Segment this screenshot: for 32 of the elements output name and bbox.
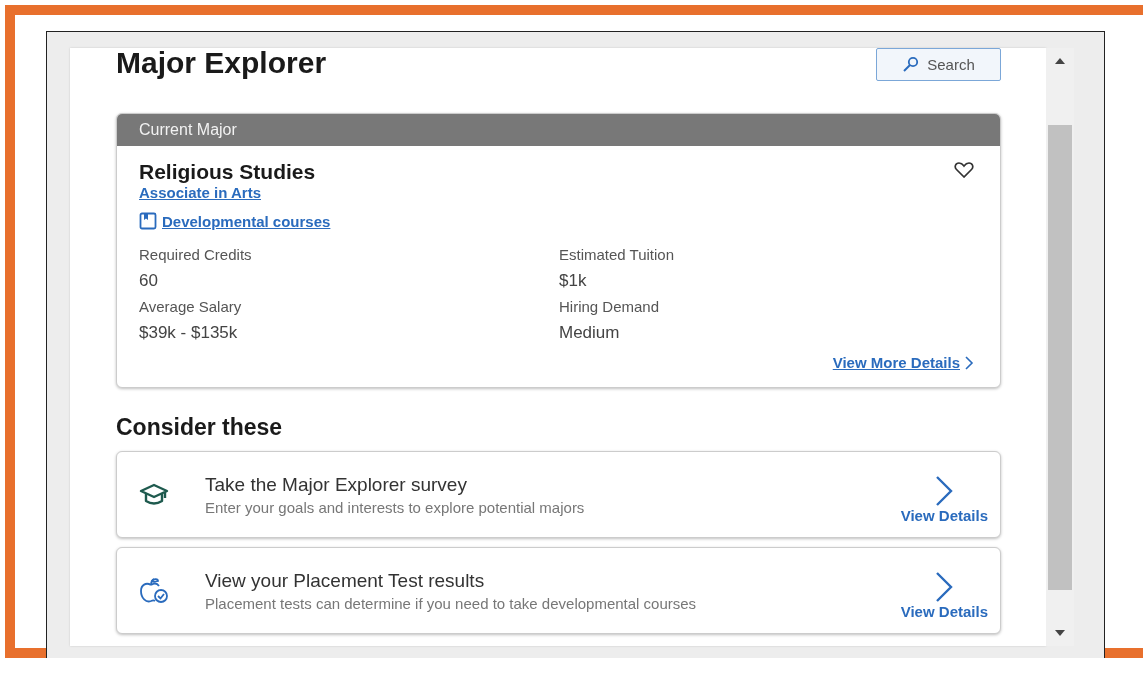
suggestion-description: Enter your goals and interests to explore potential majors — [205, 498, 586, 516]
graduation-cap-icon — [139, 482, 169, 507]
apple-check-icon — [139, 576, 169, 605]
heart-icon[interactable] — [954, 161, 974, 179]
suggestion-card[interactable]: Take the Major Explorer survey Enter your goals and interests to explore potential majors View Details — [116, 451, 1001, 538]
chevron-right-icon — [964, 355, 974, 370]
search-icon — [902, 56, 920, 73]
stat-value: $1k — [559, 270, 588, 292]
degree-link[interactable]: Associate in Arts — [139, 184, 261, 201]
card-header: Current Major — [117, 114, 1000, 146]
scroll-up-icon[interactable] — [1055, 58, 1065, 64]
stat-value: Medium — [559, 322, 621, 344]
stat-value: 60 — [139, 270, 159, 292]
stat-label: Estimated Tuition — [559, 245, 676, 265]
stat-label: Required Credits — [139, 245, 253, 265]
stat-label: Hiring Demand — [559, 297, 661, 317]
suggestion-card[interactable]: View your Placement Test results Placement tests can determine if you need to take developmental courses View Details — [116, 547, 1001, 634]
section-heading: Consider these — [116, 414, 284, 441]
stat-value: $39k - $135k — [139, 322, 239, 344]
search-button[interactable]: Search — [876, 48, 1001, 81]
suggestion-title: Take the Major Explorer survey — [205, 473, 468, 496]
suggestion-description: Placement tests can determine if you need to take developmental courses — [205, 594, 698, 612]
view-more-details-link[interactable]: View More Details — [832, 354, 974, 371]
stat-label: Average Salary — [139, 297, 243, 317]
page-title: Major Explorer — [116, 48, 327, 80]
view-details-link[interactable]: View Details — [900, 561, 988, 620]
suggestion-title: View your Placement Test results — [205, 569, 486, 592]
view-details-link[interactable]: View Details — [900, 465, 988, 524]
scroll-down-icon[interactable] — [1055, 630, 1065, 636]
developmental-courses-link[interactable]: Developmental courses — [162, 212, 331, 230]
bookmark-book-icon — [139, 212, 157, 230]
major-name: Religious Studies — [139, 160, 316, 184]
